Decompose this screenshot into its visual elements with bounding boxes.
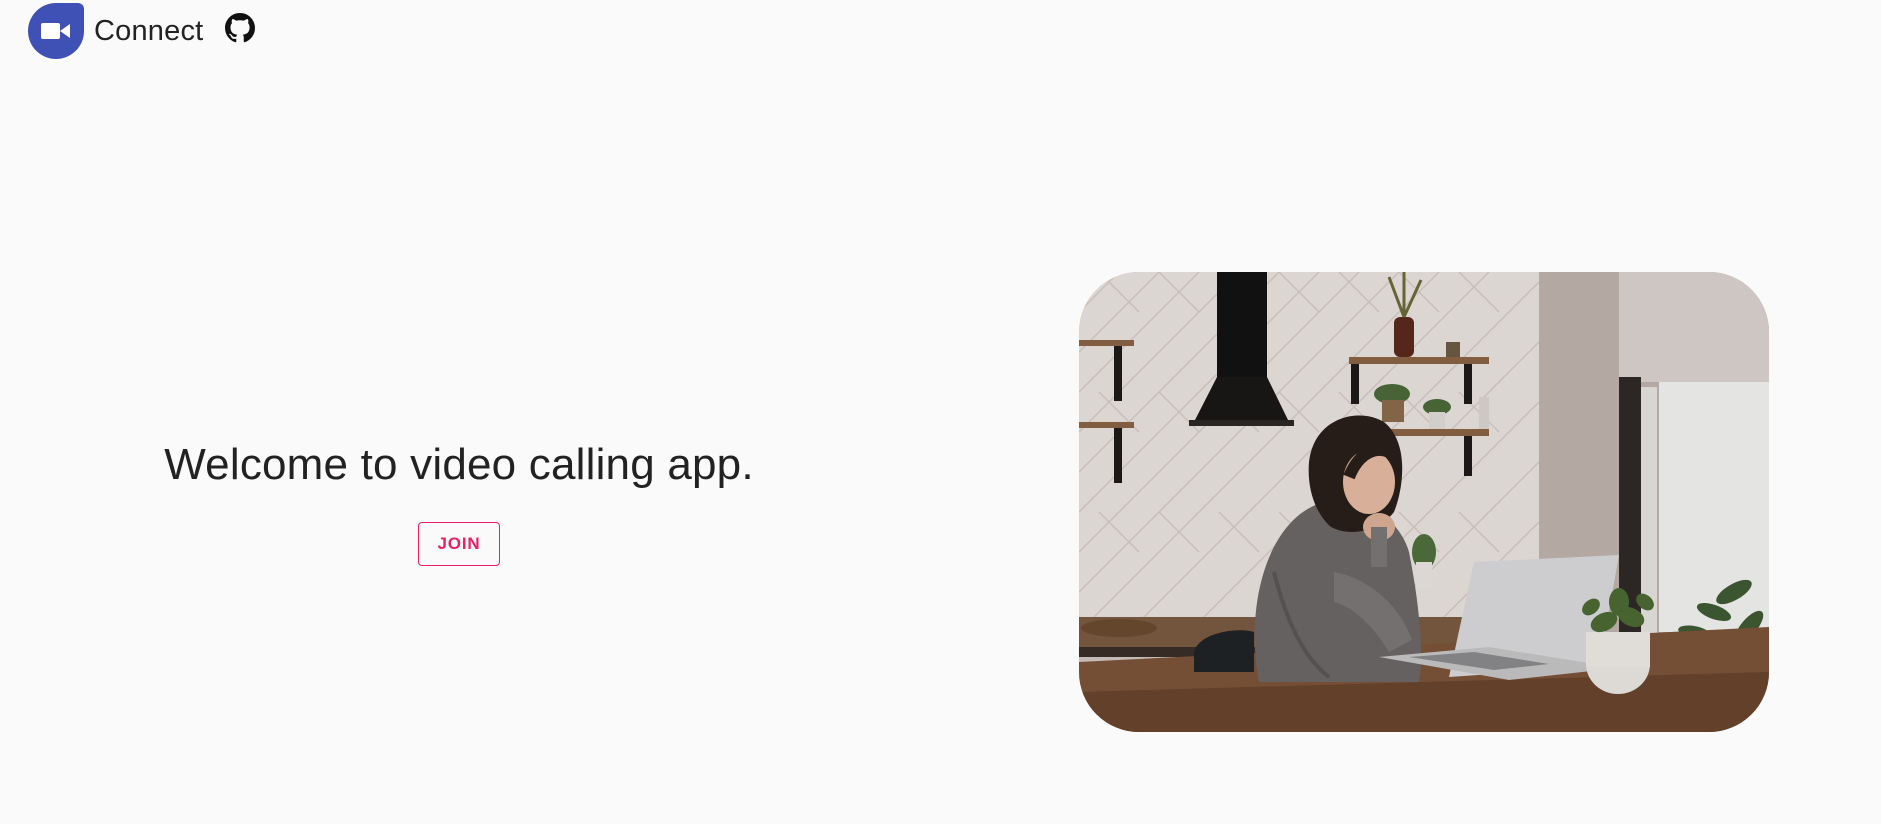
join-button[interactable]: JOIN xyxy=(418,522,500,566)
landing-page: Connect Welcome to video calling app. JO… xyxy=(0,0,1881,824)
github-icon[interactable] xyxy=(225,13,256,43)
video-camera-icon[interactable] xyxy=(28,3,84,59)
hero-photo xyxy=(1079,272,1769,732)
app-header: Connect xyxy=(28,2,256,60)
welcome-heading: Welcome to video calling app. xyxy=(164,440,754,489)
brand-name: Connect xyxy=(94,14,204,47)
